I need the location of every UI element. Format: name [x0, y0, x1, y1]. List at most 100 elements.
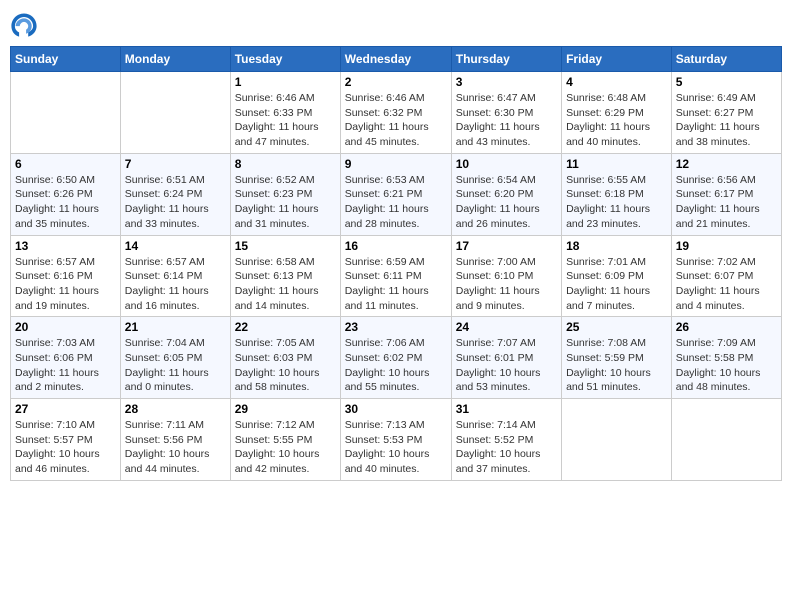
calendar-cell: 10Sunrise: 6:54 AM Sunset: 6:20 PM Dayli… — [451, 153, 561, 235]
day-number: 18 — [566, 239, 667, 253]
day-number: 3 — [456, 75, 557, 89]
day-header-friday: Friday — [562, 47, 672, 72]
day-number: 17 — [456, 239, 557, 253]
calendar-cell: 6Sunrise: 6:50 AM Sunset: 6:26 PM Daylig… — [11, 153, 121, 235]
calendar-cell: 25Sunrise: 7:08 AM Sunset: 5:59 PM Dayli… — [562, 317, 672, 399]
day-number: 12 — [676, 157, 777, 171]
day-number: 9 — [345, 157, 447, 171]
calendar-cell: 24 Sunrise: 7:07 AM Sunset: 6:01 PM Dayli… — [451, 317, 561, 399]
calendar-week-5: 27Sunrise: 7:10 AM Sunset: 5:57 PM Dayli… — [11, 399, 782, 481]
day-info: Sunrise: 7:10 AM Sunset: 5:57 PM Dayligh… — [15, 418, 116, 477]
day-info: Sunrise: 6:58 AM Sunset: 6:13 PM Dayligh… — [235, 255, 336, 314]
day-info: Sunrise: 7:02 AM Sunset: 6:07 PM Dayligh… — [676, 255, 777, 314]
calendar-cell: 31 Sunrise: 7:14 AM Sunset: 5:52 PM Dayli… — [451, 399, 561, 481]
calendar-cell — [11, 72, 121, 154]
calendar-cell: 27Sunrise: 7:10 AM Sunset: 5:57 PM Dayli… — [11, 399, 121, 481]
day-header-monday: Monday — [120, 47, 230, 72]
calendar-cell: 23 Sunrise: 7:06 AM Sunset: 6:02 PM Dayli… — [340, 317, 451, 399]
calendar-cell: 5 Sunrise: 6:49 AM Sunset: 6:27 PM Daylig… — [671, 72, 781, 154]
day-header-saturday: Saturday — [671, 47, 781, 72]
day-number: 4 — [566, 75, 667, 89]
logo — [10, 10, 42, 38]
calendar-cell: 21 Sunrise: 7:04 AM Sunset: 6:05 PM Dayli… — [120, 317, 230, 399]
day-number: 23 — [345, 320, 447, 334]
calendar-cell: 4 Sunrise: 6:48 AM Sunset: 6:29 PM Daylig… — [562, 72, 672, 154]
day-number: 5 — [676, 75, 777, 89]
calendar-cell: 22 Sunrise: 7:05 AM Sunset: 6:03 PM Dayli… — [230, 317, 340, 399]
day-header-tuesday: Tuesday — [230, 47, 340, 72]
day-number: 22 — [235, 320, 336, 334]
day-number: 15 — [235, 239, 336, 253]
day-info: Sunrise: 7:07 AM Sunset: 6:01 PM Dayligh… — [456, 336, 557, 395]
day-info: Sunrise: 7:13 AM Sunset: 5:53 PM Dayligh… — [345, 418, 447, 477]
day-info: Sunrise: 6:56 AM Sunset: 6:17 PM Dayligh… — [676, 173, 777, 232]
calendar-cell — [562, 399, 672, 481]
day-info: Sunrise: 7:05 AM Sunset: 6:03 PM Dayligh… — [235, 336, 336, 395]
calendar-cell: 28 Sunrise: 7:11 AM Sunset: 5:56 PM Dayli… — [120, 399, 230, 481]
day-info: Sunrise: 7:11 AM Sunset: 5:56 PM Dayligh… — [125, 418, 226, 477]
calendar-cell: 11 Sunrise: 6:55 AM Sunset: 6:18 PM Dayli… — [562, 153, 672, 235]
day-number: 26 — [676, 320, 777, 334]
day-info: Sunrise: 6:46 AM Sunset: 6:32 PM Dayligh… — [345, 91, 447, 150]
day-number: 8 — [235, 157, 336, 171]
calendar-cell: 30 Sunrise: 7:13 AM Sunset: 5:53 PM Dayli… — [340, 399, 451, 481]
day-number: 7 — [125, 157, 226, 171]
calendar-cell — [671, 399, 781, 481]
day-info: Sunrise: 6:46 AM Sunset: 6:33 PM Dayligh… — [235, 91, 336, 150]
day-number: 13 — [15, 239, 116, 253]
day-number: 24 — [456, 320, 557, 334]
day-number: 28 — [125, 402, 226, 416]
day-info: Sunrise: 6:48 AM Sunset: 6:29 PM Dayligh… — [566, 91, 667, 150]
calendar-cell: 14 Sunrise: 6:57 AM Sunset: 6:14 PM Dayli… — [120, 235, 230, 317]
day-info: Sunrise: 7:09 AM Sunset: 5:58 PM Dayligh… — [676, 336, 777, 395]
calendar-cell: 9Sunrise: 6:53 AM Sunset: 6:21 PM Daylig… — [340, 153, 451, 235]
day-header-sunday: Sunday — [11, 47, 121, 72]
calendar-week-3: 13 Sunrise: 6:57 AM Sunset: 6:16 PM Dayli… — [11, 235, 782, 317]
day-info: Sunrise: 7:06 AM Sunset: 6:02 PM Dayligh… — [345, 336, 447, 395]
calendar-cell: 26 Sunrise: 7:09 AM Sunset: 5:58 PM Dayli… — [671, 317, 781, 399]
calendar-cell: 13 Sunrise: 6:57 AM Sunset: 6:16 PM Dayli… — [11, 235, 121, 317]
day-info: Sunrise: 6:59 AM Sunset: 6:11 PM Dayligh… — [345, 255, 447, 314]
calendar-cell: 2 Sunrise: 6:46 AM Sunset: 6:32 PM Daylig… — [340, 72, 451, 154]
calendar-week-1: 1 Sunrise: 6:46 AM Sunset: 6:33 PM Daylig… — [11, 72, 782, 154]
calendar-cell: 7Sunrise: 6:51 AM Sunset: 6:24 PM Daylig… — [120, 153, 230, 235]
page-header — [10, 10, 782, 38]
calendar-cell: 29 Sunrise: 7:12 AM Sunset: 5:55 PM Dayli… — [230, 399, 340, 481]
calendar-cell: 17Sunrise: 7:00 AM Sunset: 6:10 PM Dayli… — [451, 235, 561, 317]
day-number: 11 — [566, 157, 667, 171]
day-info: Sunrise: 7:04 AM Sunset: 6:05 PM Dayligh… — [125, 336, 226, 395]
day-info: Sunrise: 6:49 AM Sunset: 6:27 PM Dayligh… — [676, 91, 777, 150]
day-info: Sunrise: 7:12 AM Sunset: 5:55 PM Dayligh… — [235, 418, 336, 477]
day-info: Sunrise: 7:03 AM Sunset: 6:06 PM Dayligh… — [15, 336, 116, 395]
calendar-table: SundayMondayTuesdayWednesdayThursdayFrid… — [10, 46, 782, 481]
day-number: 30 — [345, 402, 447, 416]
day-number: 29 — [235, 402, 336, 416]
calendar-cell: 8 Sunrise: 6:52 AM Sunset: 6:23 PM Daylig… — [230, 153, 340, 235]
calendar-cell: 12 Sunrise: 6:56 AM Sunset: 6:17 PM Dayli… — [671, 153, 781, 235]
day-info: Sunrise: 6:52 AM Sunset: 6:23 PM Dayligh… — [235, 173, 336, 232]
day-info: Sunrise: 6:55 AM Sunset: 6:18 PM Dayligh… — [566, 173, 667, 232]
calendar-week-4: 20 Sunrise: 7:03 AM Sunset: 6:06 PM Dayli… — [11, 317, 782, 399]
day-number: 21 — [125, 320, 226, 334]
day-header-thursday: Thursday — [451, 47, 561, 72]
day-number: 16 — [345, 239, 447, 253]
calendar-cell: 19 Sunrise: 7:02 AM Sunset: 6:07 PM Dayli… — [671, 235, 781, 317]
day-info: Sunrise: 7:01 AM Sunset: 6:09 PM Dayligh… — [566, 255, 667, 314]
day-number: 19 — [676, 239, 777, 253]
day-info: Sunrise: 6:47 AM Sunset: 6:30 PM Dayligh… — [456, 91, 557, 150]
day-info: Sunrise: 6:54 AM Sunset: 6:20 PM Dayligh… — [456, 173, 557, 232]
day-info: Sunrise: 7:08 AM Sunset: 5:59 PM Dayligh… — [566, 336, 667, 395]
calendar-cell: 15 Sunrise: 6:58 AM Sunset: 6:13 PM Dayli… — [230, 235, 340, 317]
day-number: 14 — [125, 239, 226, 253]
calendar-cell: 1 Sunrise: 6:46 AM Sunset: 6:33 PM Daylig… — [230, 72, 340, 154]
day-number: 1 — [235, 75, 336, 89]
day-number: 31 — [456, 402, 557, 416]
calendar-cell: 18 Sunrise: 7:01 AM Sunset: 6:09 PM Dayli… — [562, 235, 672, 317]
day-info: Sunrise: 6:57 AM Sunset: 6:16 PM Dayligh… — [15, 255, 116, 314]
day-info: Sunrise: 6:50 AM Sunset: 6:26 PM Dayligh… — [15, 173, 116, 232]
calendar-week-2: 6Sunrise: 6:50 AM Sunset: 6:26 PM Daylig… — [11, 153, 782, 235]
day-info: Sunrise: 7:14 AM Sunset: 5:52 PM Dayligh… — [456, 418, 557, 477]
day-info: Sunrise: 6:57 AM Sunset: 6:14 PM Dayligh… — [125, 255, 226, 314]
day-number: 2 — [345, 75, 447, 89]
day-number: 20 — [15, 320, 116, 334]
